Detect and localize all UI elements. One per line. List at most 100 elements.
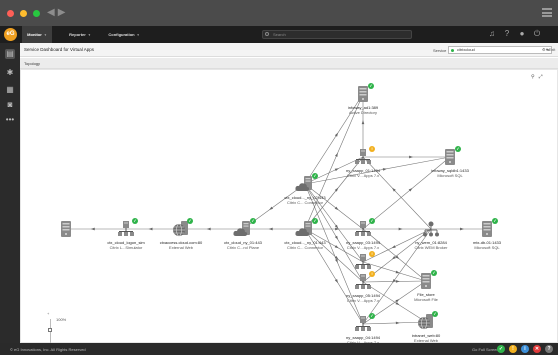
edge-arrow-icon xyxy=(391,245,396,249)
chevron-down-icon: ▼ xyxy=(43,33,47,37)
node-type: Microsoft File xyxy=(414,297,438,302)
forward-arrow-icon[interactable]: ▶ xyxy=(58,7,69,18)
broker-hub-icon xyxy=(422,220,440,238)
edge-arrow-icon xyxy=(334,235,339,240)
search-input[interactable]: Search xyxy=(262,30,412,39)
power-icon[interactable]: ⏻ xyxy=(532,29,542,39)
fullscreen-link[interactable]: Go Full Screen xyxy=(472,347,499,352)
eg-logo-icon[interactable]: eG xyxy=(4,28,17,41)
edge-arrow-icon xyxy=(334,279,339,284)
status-ok-icon: ✓ xyxy=(432,311,438,317)
footer-bar: © eG Innovations, Inc. All Rights Reserv… xyxy=(0,343,558,355)
status-ok-icon: ✓ xyxy=(132,218,138,224)
node-label: infoway_ad1:389 Active Directory xyxy=(348,105,378,115)
node-intranet[interactable]: ✓ xyxy=(417,311,438,331)
zoom-value: 100% xyxy=(56,317,67,322)
status-info-icon[interactable]: i xyxy=(521,345,529,353)
help-icon[interactable]: ? xyxy=(502,29,512,39)
edge-arrow-icon xyxy=(269,206,274,211)
grid-icon[interactable]: ▦ xyxy=(5,85,15,95)
node-type: Citrix C... Connector xyxy=(286,200,324,205)
exit-link[interactable]: Exit xyxy=(549,47,556,52)
edge-arrow-icon xyxy=(361,120,365,125)
status-warning-icon: ! xyxy=(369,271,375,277)
node-label: ctxaccess.cloud.com:80 External Web xyxy=(160,240,202,250)
status-critical-icon[interactable]: ✕ xyxy=(533,345,541,353)
node-access[interactable]: ✓ xyxy=(172,218,193,238)
edge-arrow-icon xyxy=(206,227,211,231)
tab-reporter[interactable]: Reporter ▼ xyxy=(64,26,96,43)
node-sim[interactable] xyxy=(58,220,74,238)
status-warning-icon[interactable]: ! xyxy=(509,345,517,353)
edge-arrow-icon xyxy=(395,301,400,306)
node-type: Citrix WEM Broker xyxy=(414,245,448,250)
service-select[interactable]: citrixcloud ▼ xyxy=(448,46,552,54)
settings-icon[interactable]: ⚙ xyxy=(542,47,546,52)
node-type: Citrix V... Apps 7.x xyxy=(346,298,380,303)
dashboard-icon[interactable]: ▤ xyxy=(5,49,15,59)
node-sql[interactable]: ✓ xyxy=(442,146,461,166)
edge-arrow-icon xyxy=(334,245,339,249)
node-label: mtx-db-01:1433 Microsoft SQL xyxy=(473,240,501,250)
node-type: Citrix C... Connector xyxy=(286,245,324,250)
app-window: ◀▶ eG Monitor ▼ Reporter ▼ Configuration ▼ … xyxy=(0,0,558,355)
zoom-in-icon[interactable]: + xyxy=(47,311,49,316)
node-label: File_store Microsoft File xyxy=(414,292,438,302)
node-cloudny[interactable]: ✓ xyxy=(233,218,256,238)
chevron-down-icon: ▼ xyxy=(87,33,91,37)
topology-icon[interactable]: ✱ xyxy=(5,68,15,78)
edge-arrow-icon xyxy=(395,321,400,325)
status-ok-icon: ✓ xyxy=(312,173,318,179)
topology-canvas[interactable]: ✓✓✓✓✓✓!✓✓✓!!✓✓✓ ⚲⤢ + − 100% ctx_cloud_lo… xyxy=(20,69,558,355)
tab-monitor-label: Monitor xyxy=(27,32,42,37)
edge-arrow-icon xyxy=(398,227,403,231)
node-xa1[interactable]: ! xyxy=(354,146,375,166)
back-arrow-icon[interactable]: ◀ xyxy=(47,7,58,18)
node-label: infoway_sqldb1:1433 Microsoft SQL xyxy=(431,168,469,178)
node-xa2[interactable]: ! xyxy=(354,251,375,271)
edge-arrow-icon xyxy=(395,270,400,274)
status-dot-icon xyxy=(451,48,454,52)
node-msdb[interactable]: ✓ xyxy=(479,218,498,238)
edge-arrow-icon xyxy=(335,227,340,231)
node-xa3[interactable]: ✓ xyxy=(354,218,375,238)
status-ok-icon: ✓ xyxy=(369,218,375,224)
node-file[interactable]: ✓ xyxy=(418,270,437,290)
expand-icon[interactable]: ⤢ xyxy=(539,74,547,80)
page-title: Service Dashboard for Virtual Apps xyxy=(24,47,94,52)
user-icon[interactable]: ● xyxy=(517,29,527,39)
node-label: ny_xaapp_01:1494 Citrix V... Apps 7.x xyxy=(346,168,380,178)
more-icon[interactable]: ••• xyxy=(5,115,15,125)
topology-header: Topology xyxy=(20,58,558,69)
edge-arrow-icon xyxy=(334,132,339,137)
status-ok-icon[interactable]: ✓ xyxy=(497,345,505,353)
close-window-button[interactable] xyxy=(7,10,14,17)
bell-icon[interactable]: ♫ xyxy=(487,29,497,39)
status-warning-icon: ! xyxy=(369,251,375,257)
node-conn2[interactable]: ✓ xyxy=(295,173,318,193)
tab-configuration[interactable]: Configuration ▼ xyxy=(104,26,144,43)
dashboard-header: Service Dashboard for Virtual Apps Servi… xyxy=(20,43,558,57)
node-label: intranet_web:80 External Web xyxy=(412,333,440,343)
node-ad[interactable]: ✓ xyxy=(355,83,374,103)
maximize-window-button[interactable] xyxy=(33,10,40,17)
edge-arrow-icon xyxy=(334,152,338,157)
node-label: ctx_cloud..._ny_01:443 Citrix C... Connec… xyxy=(284,240,325,250)
node-xa5[interactable]: ! xyxy=(354,271,375,291)
hamburger-menu-icon[interactable] xyxy=(542,8,552,17)
topology-title: Topology xyxy=(24,61,41,66)
tab-monitor[interactable]: Monitor ▼ xyxy=(22,26,52,43)
node-wem[interactable] xyxy=(422,220,440,238)
node-conn1[interactable]: ✓ xyxy=(295,218,318,238)
chevron-down-icon: ▼ xyxy=(136,33,140,37)
search-placeholder: Search xyxy=(273,32,286,37)
node-xa4[interactable]: ✓ xyxy=(354,313,375,333)
zoom-thumb[interactable] xyxy=(48,328,52,332)
header-actions: ⚙ ◂Exit xyxy=(542,47,555,52)
status-unknown-icon[interactable]: ? xyxy=(545,345,553,353)
monitor-icon[interactable]: ◙ xyxy=(5,100,15,110)
zoom-search-icon[interactable]: ⚲ xyxy=(531,74,539,80)
service-select-value: citrixcloud xyxy=(457,47,475,52)
node-logon[interactable]: ✓ xyxy=(117,218,138,238)
minimize-window-button[interactable] xyxy=(20,10,27,17)
